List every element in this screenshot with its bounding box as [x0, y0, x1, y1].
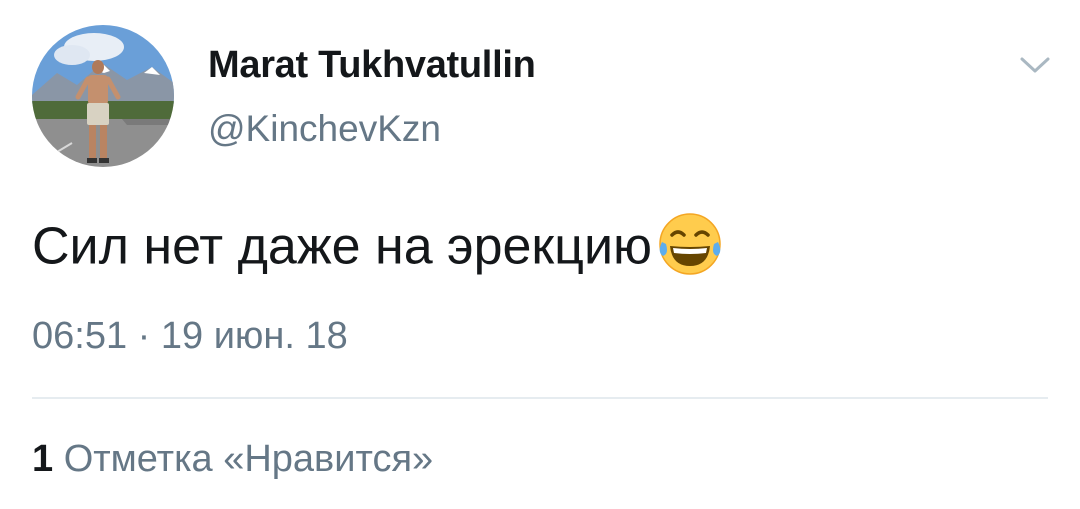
- tweet-card: Marat Tukhvatullin @KinchevKzn Сил нет д…: [0, 0, 1080, 509]
- likes-count: 1: [32, 438, 54, 480]
- display-name[interactable]: Marat Tukhvatullin: [208, 44, 536, 87]
- user-avatar[interactable]: [32, 25, 174, 167]
- face-with-tears-of-joy-icon: [654, 208, 726, 280]
- divider: [32, 397, 1048, 399]
- user-handle[interactable]: @KinchevKzn: [208, 108, 441, 150]
- tweet-text: Сил нет даже на эрекцию: [32, 213, 726, 286]
- avatar-photo: [32, 25, 174, 167]
- tweet-text-content: Сил нет даже на эрекцию: [32, 217, 653, 276]
- likes-label: Отметка «Нравится»: [63, 438, 434, 480]
- chevron-down-icon[interactable]: [1018, 54, 1052, 76]
- likes-stat[interactable]: 1 Отметка «Нравится»: [32, 438, 433, 481]
- tweet-timestamp[interactable]: 06:51 · 19 июн. 18: [32, 315, 348, 358]
